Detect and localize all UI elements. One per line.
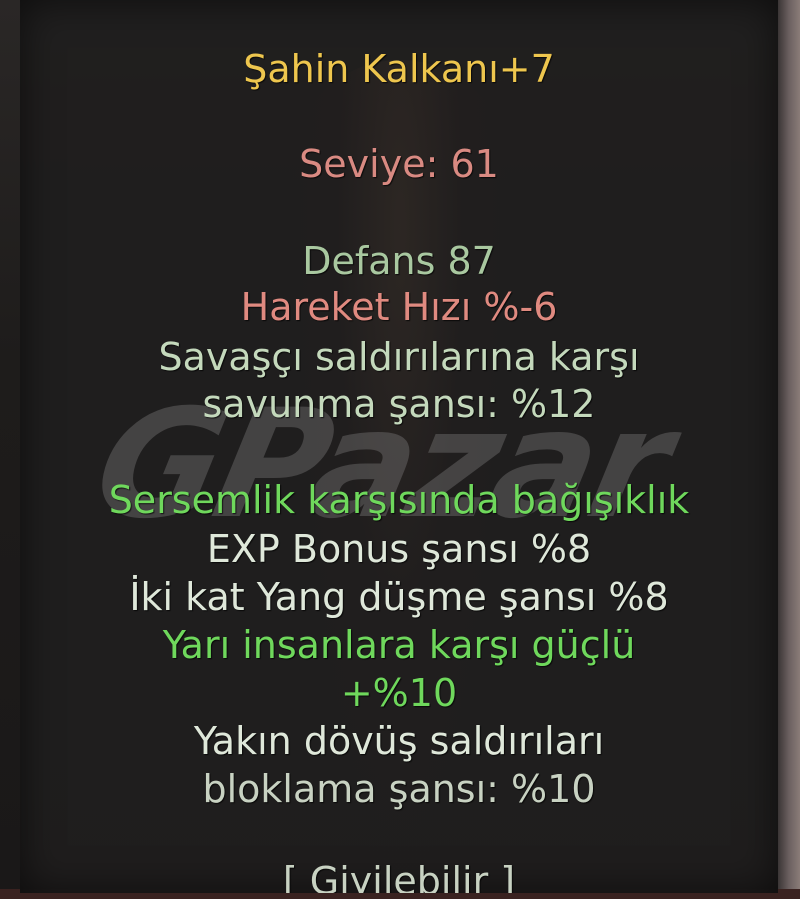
item-socketable: [ Giyilebilir ] [282, 859, 516, 893]
item-name: Şahin Kalkanı+7 [243, 47, 555, 91]
bonus-half-human-line2: +%10 [340, 671, 458, 715]
bonus-exp: EXP Bonus şansı %8 [206, 527, 592, 571]
item-move-speed: Hareket Hızı %-6 [240, 285, 558, 329]
item-defense: Defans 87 [302, 239, 496, 283]
bonus-melee-block-line2: bloklama şansı: %10 [202, 767, 596, 811]
item-level: Seviye: 61 [299, 142, 499, 186]
bonus-stun-immunity: Sersemlik karşısında bağışıklık [108, 478, 690, 522]
bonus-warrior-line2: savunma şansı: %12 [202, 382, 596, 426]
bonus-half-human-line1: Yarı insanlara karşı güçlü [162, 623, 636, 667]
bonus-double-yang: İki kat Yang düşme şansı %8 [129, 575, 669, 619]
item-tooltip: GPazar Şahin Kalkanı+7 Seviye: 61 Defans… [20, 0, 778, 893]
bonus-warrior-line1: Savaşçı saldırılarına karşı [158, 335, 640, 379]
bonus-melee-block-line1: Yakın dövüş saldırıları [193, 719, 605, 763]
window-edge [778, 0, 800, 899]
